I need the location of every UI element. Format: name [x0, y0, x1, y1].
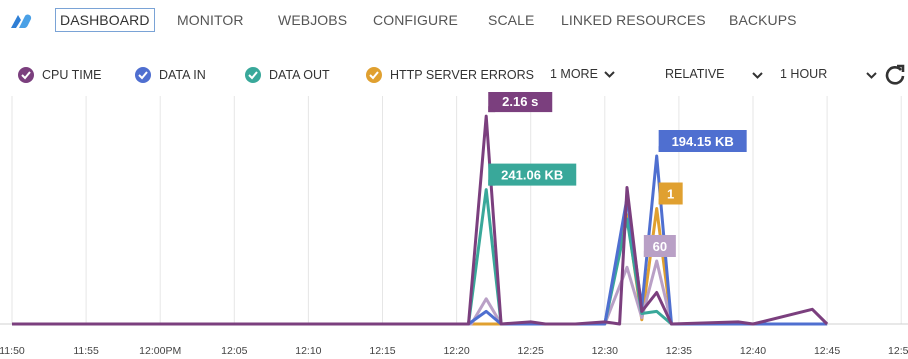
chart-value-callouts: 2.16 s 241.06 KB 194.15 KB 1 60 — [488, 92, 747, 257]
scale-dropdown[interactable]: RELATIVE — [665, 67, 725, 81]
tab-webjobs[interactable]: WEBJOBS — [278, 12, 347, 28]
tab-dashboard[interactable]: DASHBOARD — [55, 8, 155, 32]
svg-text:60: 60 — [653, 239, 667, 254]
value-callout: 241.06 KB — [488, 163, 577, 186]
x-tick-label: 12:35 — [666, 345, 692, 357]
more-metrics-dropdown[interactable]: 1 MORE — [550, 67, 616, 81]
checkmark-icon — [245, 67, 261, 83]
scale-label: RELATIVE — [665, 67, 725, 81]
svg-text:241.06 KB: 241.06 KB — [501, 168, 563, 183]
checkmark-icon — [18, 67, 34, 83]
checkmark-icon — [366, 67, 382, 83]
series-line-data-in — [12, 154, 828, 326]
refresh-icon[interactable] — [884, 64, 906, 86]
tab-monitor[interactable]: MONITOR — [177, 12, 244, 28]
checkmark-icon — [135, 67, 151, 83]
chart-grid — [0, 96, 908, 325]
legend-data-out[interactable]: DATA OUT — [245, 67, 330, 83]
legend-cpu-time[interactable]: CPU TIME — [18, 67, 102, 83]
x-tick-label: 12:30 — [592, 345, 618, 357]
x-tick-label: 12:40 — [740, 345, 766, 357]
x-tick-label: 11:50 — [0, 345, 25, 357]
x-tick-label: 12:45 — [814, 345, 840, 357]
tab-configure[interactable]: CONFIGURE — [373, 12, 458, 28]
legend-http-server-errors[interactable]: HTTP SERVER ERRORS — [366, 67, 534, 83]
legend-data-in[interactable]: DATA IN — [135, 67, 206, 83]
metrics-line-chart: 2.16 s 241.06 KB 194.15 KB 1 60 11:50 11:55 12… — [0, 92, 908, 357]
range-label: 1 HOUR — [780, 67, 828, 81]
metrics-legend: CPU TIME DATA IN DATA OUT HTTP SERVER ER… — [0, 60, 908, 90]
series-line-http-server-errors — [12, 207, 828, 326]
value-callout: 2.16 s — [488, 92, 553, 113]
series-line-data-out — [12, 188, 828, 326]
x-tick-label: 11:55 — [73, 345, 99, 357]
x-tick-label: 12:00PM — [139, 345, 181, 357]
more-label: 1 MORE — [550, 67, 598, 81]
x-tick-label: 12:25 — [518, 345, 544, 357]
time-range-dropdown[interactable]: 1 HOUR — [780, 67, 827, 81]
x-tick-label: 12:20 — [443, 345, 469, 357]
x-tick-label: 12:10 — [295, 345, 321, 357]
series-line-other — [12, 259, 828, 326]
tab-scale[interactable]: SCALE — [488, 12, 534, 28]
value-callout: 194.15 KB — [658, 130, 747, 152]
svg-text:2.16 s: 2.16 s — [502, 94, 538, 109]
x-tick-label: 12:50 — [888, 345, 908, 357]
value-callout: 60 — [643, 235, 676, 257]
x-axis-ticks: 11:50 11:55 12:00PM 12:05 12:10 12:15 12:20 12:… — [0, 345, 908, 357]
chevron-down-icon[interactable] — [752, 71, 763, 80]
value-callout: 1 — [658, 182, 683, 205]
tab-backups[interactable]: BACKUPS — [729, 12, 797, 28]
legend-label: CPU TIME — [42, 68, 102, 82]
legend-label: HTTP SERVER ERRORS — [390, 68, 535, 82]
chevron-down-icon[interactable] — [866, 71, 877, 80]
x-tick-label: 12:05 — [221, 345, 247, 357]
azure-websites-logo-icon[interactable] — [8, 10, 36, 32]
legend-label: DATA OUT — [269, 68, 330, 82]
tab-linked-resources[interactable]: LINKED RESOURCES — [561, 12, 706, 28]
chevron-down-icon — [604, 71, 616, 79]
x-tick-label: 12:15 — [369, 345, 395, 357]
svg-text:1: 1 — [667, 187, 674, 202]
legend-label: DATA IN — [159, 68, 206, 82]
svg-text:194.15 KB: 194.15 KB — [672, 134, 734, 149]
top-nav: DASHBOARD MONITOR WEBJOBS CONFIGURE SCAL… — [0, 0, 908, 42]
